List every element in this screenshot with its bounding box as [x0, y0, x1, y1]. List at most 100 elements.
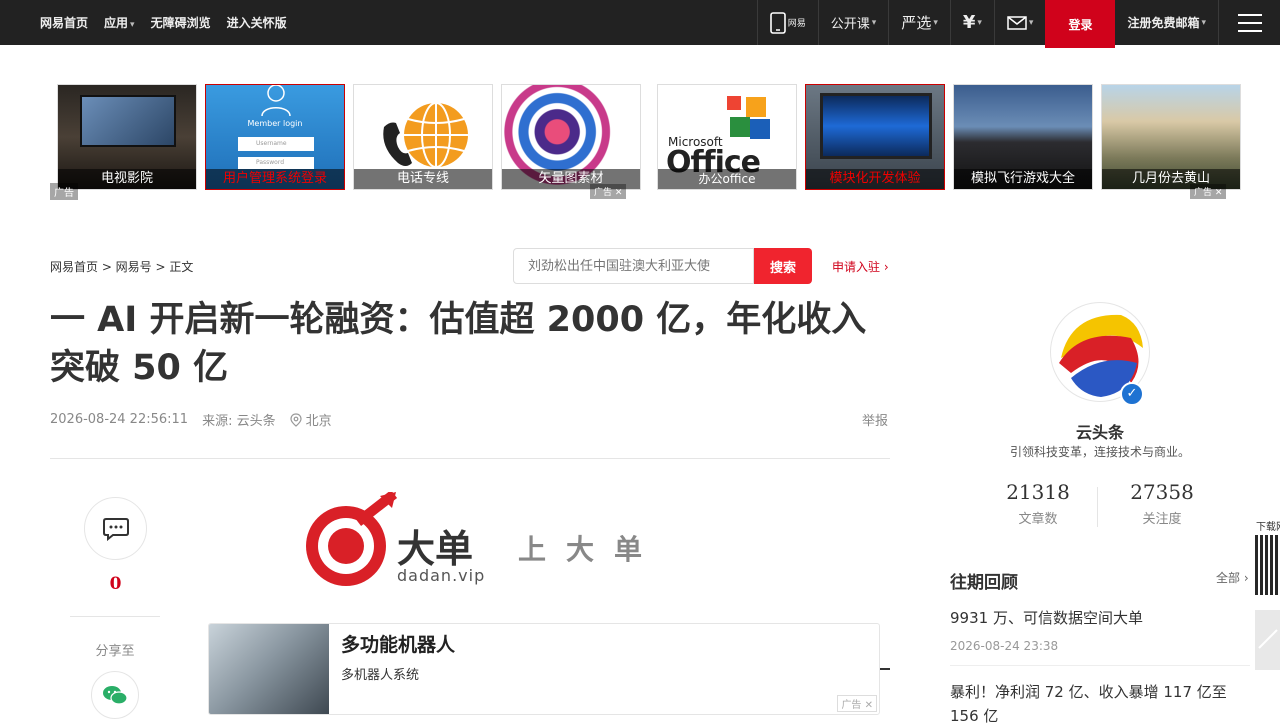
chevron-down-icon: ▾ — [933, 17, 938, 28]
stat-divider — [1097, 487, 1098, 527]
breadcrumb[interactable]: 网易首页 > 网易号 > 正文 — [50, 258, 193, 275]
ad-image-cinema — [80, 95, 176, 147]
yuan-icon: ¥ — [962, 12, 976, 33]
article-location: 北京 — [289, 410, 332, 429]
articles-label: 文章数 — [1018, 512, 1058, 527]
search-box: 搜索 — [513, 248, 812, 284]
user-icon — [261, 85, 291, 117]
mail-menu[interactable]: ▾ — [993, 0, 1046, 45]
ad-close-label[interactable]: 广告 ✕ — [837, 695, 877, 712]
dadan-banner[interactable]: 大单 dadan.vip 上大单 — [300, 490, 700, 590]
back-to-top-button[interactable] — [1255, 610, 1280, 670]
ad-tile-modular-dev[interactable]: 模块化开发体验 — [805, 84, 945, 190]
dadan-domain: dadan.vip — [397, 566, 486, 585]
ad-caption: 用户管理系统登录 — [206, 169, 344, 189]
ad-strip: 电视影院 Member login Username Password 用户管理… — [57, 84, 1241, 190]
topbar-right-links: 网易 公开课 ▾ 严选 ▾ ¥ ▾ ▾ 登录 注册免费邮箱 ▾ — [756, 0, 1280, 48]
dadan-logo-icon — [306, 492, 398, 586]
history-item[interactable]: 暴利！净利润 72 亿、收入暴增 117 亿至 156 亿 — [950, 680, 1240, 728]
robot-ad-card[interactable]: 多功能机器人 多机器人系统 广告 ✕ — [208, 623, 880, 715]
followers-label: 关注度 — [1142, 512, 1182, 527]
ad-tile-huangshan[interactable]: 几月份去黄山 — [1101, 84, 1241, 190]
phone-globe-icon — [383, 102, 468, 168]
followers-stat: 27358 关注度 — [1112, 480, 1212, 527]
register-mail-menu[interactable]: 注册免费邮箱 ▾ — [1115, 0, 1218, 45]
title-divider — [50, 458, 890, 459]
yanxuan-menu[interactable]: 严选 ▾ — [888, 0, 950, 45]
finance-menu[interactable]: ¥ ▾ — [949, 0, 994, 45]
article-meta: 2026-08-24 22:56:11 来源: 云头条 北京 — [50, 410, 332, 429]
all-label: 全部 — [1216, 571, 1241, 585]
wechat-icon — [103, 686, 128, 705]
followers-count: 27358 — [1130, 480, 1194, 504]
author-description: 引领科技变革，连接技术与商业。 — [1009, 445, 1190, 459]
ad-tile-office[interactable]: Microsoft Office 办公office — [657, 84, 797, 190]
dadan-slogan: 上大单 — [518, 533, 663, 566]
download-app-label: 下载网 — [1256, 522, 1280, 533]
laptop-screen-image — [820, 93, 932, 159]
ad-close-label[interactable]: 广告 ✕ — [1190, 184, 1227, 199]
share-label: 分享至 — [95, 644, 135, 659]
login-button[interactable]: 登录 — [1045, 0, 1116, 48]
chevron-down-icon: ▾ — [977, 17, 982, 28]
history-item-date: 2026-08-24 23:38 — [950, 639, 1059, 653]
search-button[interactable]: 搜索 — [754, 248, 812, 284]
phone-icon — [769, 11, 786, 34]
search-input[interactable] — [513, 248, 754, 284]
content-dash — [880, 668, 890, 670]
username-field-image: Username — [238, 137, 314, 151]
main-menu-button[interactable] — [1218, 0, 1280, 45]
ad-tile-vector[interactable]: 矢量图素材 — [501, 84, 641, 190]
office-logo — [724, 93, 772, 141]
mobile-app-link[interactable]: 网易 — [756, 0, 818, 45]
ad-tile-flight-sim[interactable]: 模拟飞行游戏大全 — [953, 84, 1093, 190]
topbar-left-links: 网易首页 应用 ▾ 无障碍浏览 进入关怀版 — [40, 0, 287, 45]
ad-caption: 电话专线 — [354, 169, 492, 189]
hamburger-icon — [1237, 13, 1262, 32]
apply-join-link[interactable]: 申请入驻 › — [832, 258, 889, 275]
ad-tile-phone[interactable]: 电话专线 — [353, 84, 493, 190]
article-source: 来源: 云头条 — [202, 414, 276, 429]
location-text: 北京 — [305, 414, 332, 429]
ad-tile-user-login[interactable]: Member login Username Password 用户管理系统登录 — [205, 84, 345, 190]
apps-menu[interactable]: 应用 ▾ — [104, 14, 135, 31]
ad-caption: 模拟飞行游戏大全 — [954, 169, 1092, 189]
history-all-link[interactable]: 全部 › — [1216, 569, 1249, 586]
articles-count: 21318 — [1006, 480, 1070, 504]
accessibility-link[interactable]: 无障碍浏览 — [151, 14, 211, 31]
open-course-label: 公开课 — [830, 17, 870, 32]
ad-tag-text: 广告 — [594, 188, 613, 198]
comment-button[interactable] — [84, 497, 147, 560]
qr-code-image[interactable] — [1255, 535, 1280, 595]
top-navigation-bar: 网易首页 应用 ▾ 无障碍浏览 进入关怀版 网易 公开课 ▾ 严选 ▾ ¥ ▾ ▾ 登录… — [0, 0, 1280, 48]
articles-stat: 21318 文章数 — [988, 480, 1088, 527]
open-course-menu[interactable]: 公开课 ▾ — [817, 0, 889, 45]
history-section-title: 往期回顾 — [950, 573, 1018, 593]
password-field-image: Password — [238, 157, 314, 169]
mail-icon — [1007, 15, 1027, 30]
article-datetime: 2026-08-24 22:56:11 — [50, 412, 189, 427]
history-item[interactable]: 9931 万、可信数据空间大单 — [950, 607, 1250, 628]
verified-badge-icon: ✓ — [1120, 382, 1144, 406]
care-mode-link[interactable]: 进入关怀版 — [227, 14, 287, 31]
report-link[interactable]: 举报 — [862, 410, 888, 429]
ad-tile-cinema[interactable]: 电视影院 — [57, 84, 197, 190]
yanxuan-label: 严选 — [901, 14, 932, 32]
ad-close-label[interactable]: 广告 ✕ — [590, 184, 627, 199]
arrow-up-icon — [1258, 629, 1278, 649]
register-mail-label: 注册免费邮箱 — [1127, 16, 1200, 30]
rail-divider — [70, 616, 160, 617]
author-name[interactable]: 云头条 — [1000, 419, 1200, 443]
netease-home-link[interactable]: 网易首页 — [40, 14, 88, 31]
ad-tag-text: 广告 — [841, 700, 862, 711]
ad-caption: 模块化开发体验 — [806, 169, 944, 189]
comment-count[interactable]: 0 — [84, 574, 147, 594]
ad-tag-text: 广告 — [1194, 188, 1213, 198]
chevron-right-icon: › — [1243, 571, 1249, 585]
apps-menu-label: 应用 — [104, 16, 129, 30]
ad-label: 广告 — [50, 183, 78, 200]
comment-icon — [102, 517, 129, 541]
chevron-down-icon: ▾ — [1028, 17, 1034, 28]
wechat-share-button[interactable] — [91, 671, 139, 719]
robot-ad-subtitle: 多机器人系统 — [341, 668, 420, 683]
